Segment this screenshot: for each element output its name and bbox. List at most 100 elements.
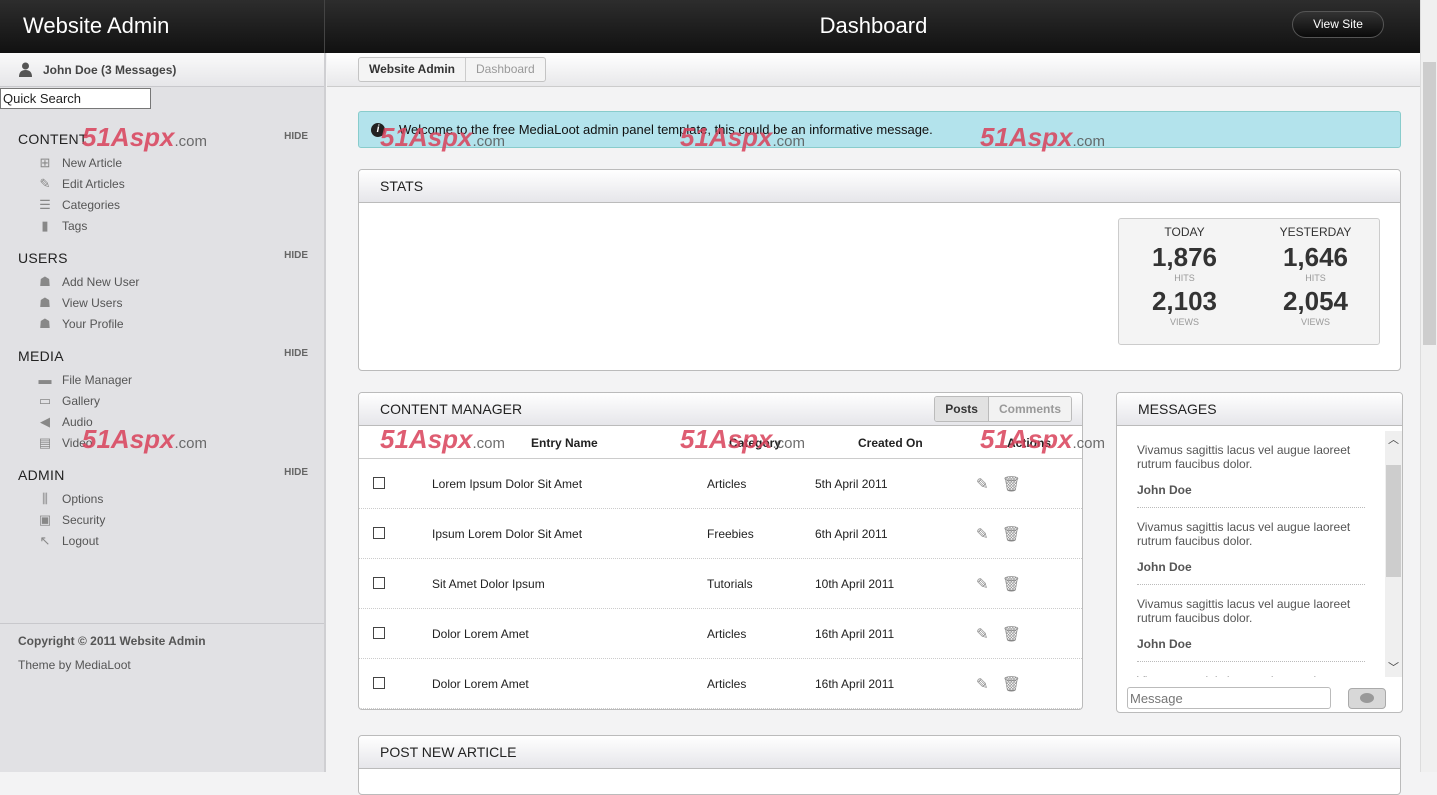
sidebar-item-audio[interactable]: ◀ Audio — [18, 415, 308, 436]
stats-panel: STATS TODAY 1,876 HITS 2,103 VIEWS YESTE… — [358, 169, 1401, 371]
sidebar-item-security[interactable]: ▣ Security — [18, 513, 308, 534]
hide-toggle[interactable]: HIDE — [284, 467, 308, 478]
hide-toggle[interactable]: HIDE — [284, 348, 308, 359]
scroll-down-icon[interactable]: ﹀ — [1385, 659, 1402, 675]
edit-icon[interactable]: ✎ — [976, 525, 989, 543]
sidebar-item-categories[interactable]: ☰ Categories — [18, 198, 308, 219]
list-icon: ☰ — [39, 197, 51, 212]
entry-date: 16th April 2011 — [815, 677, 895, 691]
trash-icon[interactable]: 🗑 — [1002, 475, 1021, 493]
row-checkbox[interactable] — [373, 577, 385, 589]
stats-title: STATS — [359, 170, 1400, 203]
edit-icon[interactable]: ✎ — [976, 575, 989, 593]
site-brand[interactable]: Website Admin — [0, 0, 325, 53]
messages-list: Vivamus sagittis lacus vel augue laoreet… — [1117, 431, 1385, 677]
content-tabs: Posts Comments — [934, 396, 1072, 422]
hide-toggle[interactable]: HIDE — [284, 250, 308, 261]
table-row: Ipsum Lorem Dolor Sit Amet Freebies 6th … — [359, 509, 1082, 559]
sidebar-item-tags[interactable]: ▮ Tags — [18, 219, 308, 240]
col-created-on[interactable]: Created On — [858, 436, 923, 450]
sidebar-item-file-manager[interactable]: ▬ File Manager — [18, 373, 308, 394]
sidebar-item-label: Edit Articles — [62, 177, 125, 191]
sidebar-item-video[interactable]: ▤ Video — [18, 436, 308, 457]
trash-icon[interactable]: 🗑 — [1002, 525, 1021, 543]
page-scroll-thumb[interactable] — [1423, 62, 1436, 345]
sidebar-section-media: MEDIA HIDE ▬ File Manager ▭ Gallery ◀ Audio ▤ Vi… — [18, 348, 308, 457]
send-message-button[interactable] — [1348, 688, 1386, 709]
scroll-thumb[interactable] — [1386, 465, 1401, 577]
row-checkbox[interactable] — [373, 477, 385, 489]
sidebar-item-label: Gallery — [62, 394, 101, 408]
edit-icon[interactable]: ✎ — [976, 625, 989, 643]
sidebar-item-gallery[interactable]: ▭ Gallery — [18, 394, 308, 415]
sidebar-item-add-new-user[interactable]: ☗ Add New User — [18, 275, 308, 296]
sidebar-section-users: USERS HIDE ☗ Add New User ☗ View Users ☗ Your … — [18, 250, 308, 338]
user-label[interactable]: John Doe (3 Messages) — [43, 63, 176, 77]
entry-category: Tutorials — [707, 577, 753, 591]
page-scrollbar[interactable] — [1420, 0, 1437, 772]
col-entry-name[interactable]: Entry Name — [531, 436, 598, 450]
trash-icon[interactable]: 🗑 — [1002, 575, 1021, 593]
entry-date: 6th April 2011 — [815, 527, 888, 541]
message-author[interactable]: John Doe — [1137, 637, 1365, 651]
message-author[interactable]: John Doe — [1137, 560, 1365, 574]
view-site-button[interactable]: View Site — [1292, 11, 1384, 38]
sidebar-item-view-users[interactable]: ☗ View Users — [18, 296, 308, 317]
pencil-icon: ✎ — [39, 176, 51, 191]
entry-name[interactable]: Sit Amet Dolor Ipsum — [432, 577, 545, 591]
hide-toggle[interactable]: HIDE — [284, 131, 308, 142]
entry-category: Articles — [707, 477, 747, 491]
quick-search-input[interactable] — [0, 88, 151, 109]
info-icon: i — [371, 123, 385, 137]
user-info: John Doe (3 Messages) — [0, 53, 324, 87]
tab-comments[interactable]: Comments — [988, 397, 1071, 421]
sidebar-item-label: Logout — [62, 534, 99, 548]
row-checkbox[interactable] — [373, 527, 385, 539]
sidebar-item-new-article[interactable]: ⊞ New Article — [18, 156, 308, 177]
entry-category: Articles — [707, 627, 747, 641]
content-manager-panel: CONTENT MANAGER Posts Comments Entry Nam… — [358, 392, 1083, 710]
today-hits: 1,876 — [1151, 242, 1218, 272]
breadcrumb-website-admin[interactable]: Website Admin — [359, 58, 467, 81]
row-checkbox[interactable] — [373, 627, 385, 639]
page-title: Dashboard — [819, 13, 928, 38]
breadcrumb-bar: Website Admin Dashboard — [327, 53, 1420, 87]
messages-scrollbar[interactable]: ︿ ﹀ — [1385, 431, 1402, 677]
sidebar-item-your-profile[interactable]: ☗ Your Profile — [18, 317, 308, 338]
trash-icon[interactable]: 🗑 — [1002, 625, 1021, 643]
entry-name[interactable]: Lorem Ipsum Dolor Sit Amet — [432, 477, 582, 491]
entry-name[interactable]: Ipsum Lorem Dolor Sit Amet — [432, 527, 582, 541]
sidebar-item-options[interactable]: ⫼ Options — [18, 492, 308, 513]
sidebar-item-edit-articles[interactable]: ✎ Edit Articles — [18, 177, 308, 198]
tab-posts[interactable]: Posts — [935, 397, 989, 421]
stats-today: TODAY 1,876 HITS 2,103 VIEWS — [1119, 225, 1250, 327]
message-author[interactable]: John Doe — [1137, 483, 1365, 497]
sidebar-section-content: CONTENT HIDE ⊞ New Article ✎ Edit Articles ☰ C… — [18, 131, 308, 240]
info-alert: i Welcome to the free MediaLoot admin pa… — [358, 111, 1401, 148]
entry-name[interactable]: Dolor Lorem Amet — [432, 627, 529, 641]
sidebar: John Doe (3 Messages) CONTENT HIDE ⊞ New A… — [0, 53, 326, 772]
message-item: Vivamus sagittis lacus vel augue laoreet… — [1137, 662, 1365, 677]
logout-icon: ↖ — [39, 533, 51, 548]
sidebar-section-admin: ADMIN HIDE ⫼ Options ▣ Security ↖ Logout — [18, 467, 308, 555]
add-user-icon: ☗ — [39, 274, 51, 289]
row-checkbox[interactable] — [373, 677, 385, 689]
breadcrumb-dashboard[interactable]: Dashboard — [466, 58, 545, 81]
alert-text: Welcome to the free MediaLoot admin pane… — [399, 122, 933, 137]
edit-icon[interactable]: ✎ — [976, 475, 989, 493]
stats-yesterday: YESTERDAY 1,646 HITS 2,054 VIEWS — [1250, 225, 1381, 327]
entry-name[interactable]: Dolor Lorem Amet — [432, 677, 529, 691]
sidebar-item-logout[interactable]: ↖ Logout — [18, 534, 308, 555]
edit-icon[interactable]: ✎ — [976, 675, 989, 693]
section-title: USERS — [18, 250, 68, 266]
message-item: Vivamus sagittis lacus vel augue laoreet… — [1137, 431, 1365, 508]
user-icon — [19, 62, 32, 77]
hits-label: HITS — [1174, 273, 1195, 283]
section-title: ADMIN — [18, 467, 65, 483]
scroll-up-icon[interactable]: ︿ — [1385, 431, 1402, 447]
table-row: Sit Amet Dolor Ipsum Tutorials 10th Apri… — [359, 559, 1082, 609]
folder-icon: ▬ — [38, 372, 52, 387]
trash-icon[interactable]: 🗑 — [1002, 675, 1021, 693]
col-category[interactable]: Category — [729, 436, 781, 450]
message-input[interactable] — [1127, 687, 1331, 709]
